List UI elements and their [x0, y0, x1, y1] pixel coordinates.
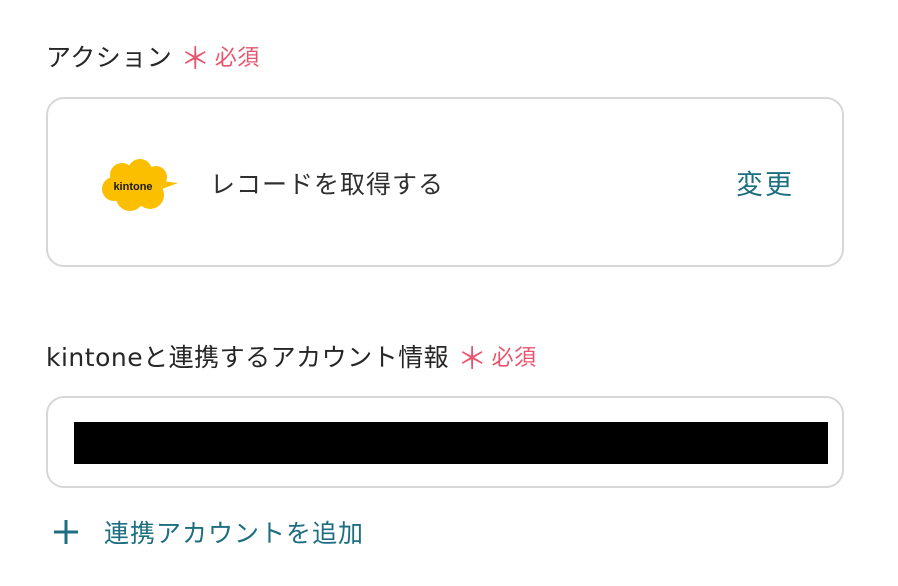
change-action-button[interactable]: 変更	[736, 163, 794, 202]
add-account-button[interactable]: 連携アカウントを追加	[52, 514, 364, 550]
add-account-label: 連携アカウントを追加	[104, 519, 365, 548]
kintone-logo-icon: kintone	[102, 159, 178, 211]
action-label-text: アクション	[46, 43, 173, 72]
plus-icon	[54, 520, 78, 544]
account-label-text: kintoneと連携するアカウント情報	[46, 343, 450, 372]
action-card: kintone レコードを取得する 変更	[46, 97, 844, 267]
kintone-logo-text: kintone	[113, 181, 152, 193]
required-badge: 必須	[214, 46, 260, 71]
account-select[interactable]	[46, 396, 844, 488]
required-star-icon: ＊	[457, 342, 488, 377]
action-field-label: アクション ＊ 必須	[46, 38, 260, 77]
account-field-label: kintoneと連携するアカウント情報 ＊ 必須	[46, 338, 537, 377]
required-star-icon: ＊	[180, 42, 211, 77]
required-badge: 必須	[491, 346, 537, 371]
action-name: レコードを取得する	[210, 170, 445, 199]
redacted-account-value	[74, 422, 828, 464]
